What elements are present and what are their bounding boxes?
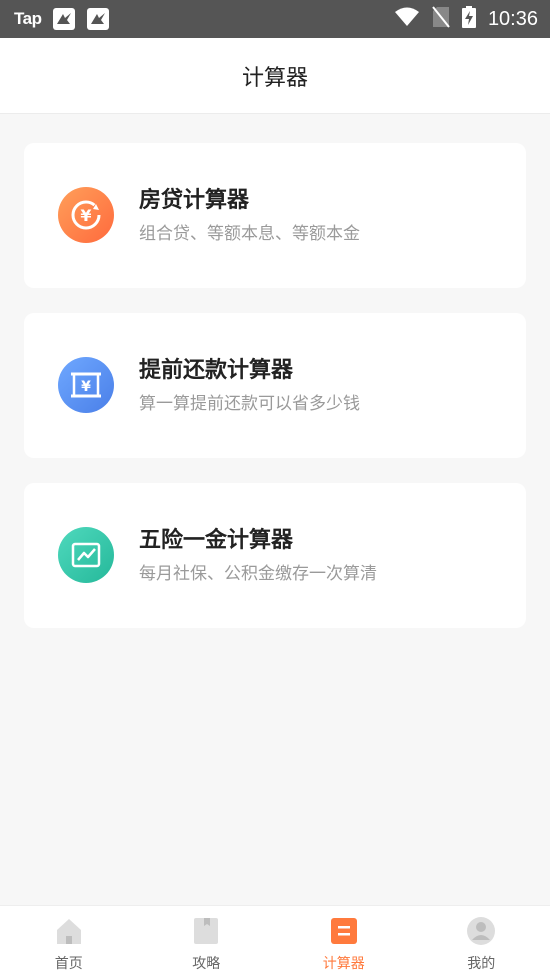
no-sim-icon [432,6,450,32]
card-subtitle: 每月社保、公积金缴存一次算清 [139,564,377,584]
card-subtitle: 算一算提前还款可以省多少钱 [139,394,360,414]
profile-icon [466,916,496,946]
svg-text:¥: ¥ [80,206,91,225]
battery-charging-icon [461,6,476,32]
card-title: 房贷计算器 [139,188,250,213]
page-title: 计算器 [241,65,308,91]
card-text: 五险一金计算器 每月社保、公积金缴存一次算清 [139,526,377,586]
card-subtitle: 组合贷、等额本息、等额本金 [139,224,360,244]
nav-item-calculator[interactable]: 计算器 [275,906,413,977]
card-title: 提前还款计算器 [139,358,294,383]
bookmark-icon [191,916,221,946]
status-bar-right: 10:36 [394,6,538,32]
calculator-icon [329,916,359,946]
wifi-icon [394,7,420,31]
nav-label: 攻略 [192,956,221,972]
title-bar: 计算器 [0,38,550,114]
carrier-logo: Tap [14,9,42,28]
nav-item-profile[interactable]: 我的 [413,906,550,977]
card-text: 房贷计算器 组合贷、等额本息、等额本金 [139,186,360,246]
bottom-nav: 首页 攻略 计算器 我的 [0,905,550,977]
nav-item-guides[interactable]: 攻略 [138,906,276,977]
notification-icon [87,8,110,30]
screen: Tap 10:36 计算器 ¥ 房贷计算器 组合贷、等额本息、等额本金 ¥ 提前… [0,0,550,977]
trend-chart-icon [58,527,114,583]
card-text: 提前还款计算器 算一算提前还款可以省多少钱 [139,356,360,416]
mortgage-calculator-card[interactable]: ¥ 房贷计算器 组合贷、等额本息、等额本金 [24,143,526,288]
notification-icon [53,8,76,30]
social-insurance-calculator-card[interactable]: 五险一金计算器 每月社保、公积金缴存一次算清 [24,483,526,628]
card-title: 五险一金计算器 [139,528,294,553]
nav-label: 计算器 [322,956,365,972]
nav-label: 首页 [54,956,83,972]
status-bar: Tap 10:36 [0,0,550,38]
status-bar-left: Tap [14,8,110,30]
yuan-scroll-icon: ¥ [58,357,114,413]
home-icon [54,916,84,946]
svg-text:¥: ¥ [81,379,91,395]
nav-label: 我的 [467,956,496,972]
prepayment-calculator-card[interactable]: ¥ 提前还款计算器 算一算提前还款可以省多少钱 [24,313,526,458]
yuan-refresh-icon: ¥ [58,187,114,243]
nav-item-home[interactable]: 首页 [0,906,138,977]
clock: 10:36 [487,7,538,30]
